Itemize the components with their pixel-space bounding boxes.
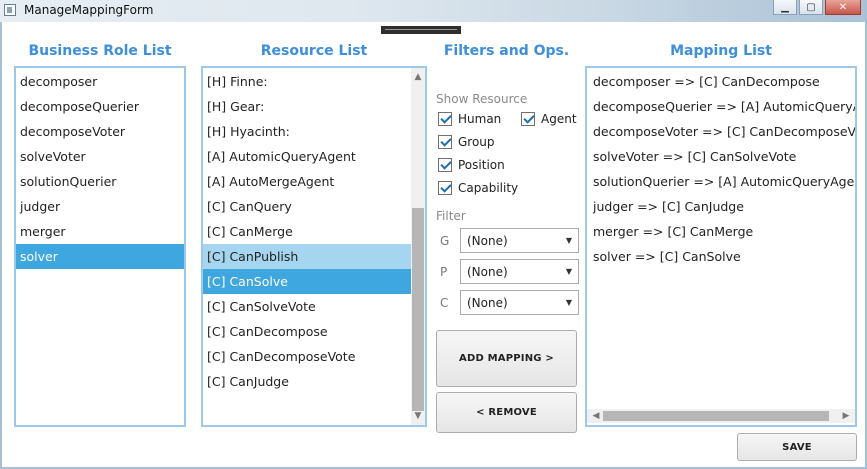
business-role-list[interactable]: decomposer decomposeQuerier decomposeVoter…: [14, 66, 186, 427]
resource-item[interactable]: [C] CanPublish: [203, 244, 411, 269]
capability-checkbox-label: Capability: [458, 181, 519, 195]
save-button[interactable]: SAVE: [737, 433, 857, 461]
resource-item[interactable]: [C] CanDecompose: [203, 319, 411, 344]
capability-checkbox[interactable]: Capability: [438, 181, 518, 195]
mapping-list-header: Mapping List: [670, 43, 772, 59]
business-role-item[interactable]: judger: [16, 194, 184, 219]
resource-item[interactable]: [C] CanSolve: [203, 269, 411, 294]
business-role-item[interactable]: solutionQuerier: [16, 169, 184, 194]
business-role-item[interactable]: decomposeQuerier: [16, 94, 184, 119]
human-checkbox[interactable]: Human: [438, 112, 501, 126]
add-mapping-button[interactable]: ADD MAPPING >: [436, 330, 577, 387]
resource-vertical-scrollbar[interactable]: ▲ ▼: [411, 68, 425, 425]
resource-list-header: Resource List: [260, 43, 368, 59]
filter-g-dropdown[interactable]: (None) ▼: [460, 228, 579, 253]
business-role-item[interactable]: solver: [16, 244, 184, 269]
minimize-icon[interactable]: ▁: [773, 0, 797, 15]
business-role-header: Business Role List: [28, 43, 172, 59]
filter-p-label: P: [440, 264, 448, 279]
filter-p-row: P (None) ▼: [436, 259, 579, 284]
mapping-item[interactable]: solutionQuerier => [A] AutomicQueryAgent: [589, 169, 855, 194]
business-role-item[interactable]: solveVoter: [16, 144, 184, 169]
maximize-icon[interactable]: ▢: [799, 0, 823, 15]
filter-p-value: (None): [467, 264, 508, 279]
mapping-item[interactable]: judger => [C] CanJudge: [589, 194, 855, 219]
resource-item[interactable]: [C] CanJudge: [203, 369, 411, 394]
filter-g-label: G: [440, 233, 450, 248]
resource-list[interactable]: [H] Finne: [H] Gear: [H] Hyacinth: [A] Auto…: [201, 66, 427, 427]
window-controls: ▁ ▢ ✕: [773, 0, 861, 15]
mapping-list[interactable]: decomposer => [C] CanDecompose decomposeQ…: [585, 66, 857, 427]
agent-checkbox[interactable]: Agent: [521, 112, 577, 126]
scroll-thumb[interactable]: [412, 208, 424, 411]
chevron-down-icon: ▼: [565, 298, 572, 307]
filter-c-row: C (None) ▼: [436, 290, 579, 315]
mapping-item[interactable]: merger => [C] CanMerge: [589, 219, 855, 244]
check-icon: [438, 158, 452, 172]
mapping-horizontal-scrollbar[interactable]: ◀ ▶: [587, 409, 855, 423]
group-checkbox-label: Group: [458, 135, 495, 149]
human-checkbox-label: Human: [458, 112, 502, 126]
title-bar: ManageMappingForm ▁ ▢ ✕: [0, 0, 867, 22]
business-role-item[interactable]: decomposer: [16, 69, 184, 94]
mapping-item[interactable]: decomposer => [C] CanDecompose: [589, 69, 855, 94]
scroll-left-icon[interactable]: ◀: [589, 409, 603, 423]
filter-g-row: G (None) ▼: [436, 228, 579, 253]
filters-header: Filters and Ops.: [443, 43, 570, 59]
business-role-item[interactable]: decomposeVoter: [16, 119, 184, 144]
filter-c-dropdown[interactable]: (None) ▼: [460, 290, 579, 315]
resource-item[interactable]: [H] Finne:: [203, 69, 411, 94]
resource-item[interactable]: [C] CanSolveVote: [203, 294, 411, 319]
check-icon: [438, 112, 452, 126]
mapping-item[interactable]: solver => [C] CanSolve: [589, 244, 855, 269]
business-role-item[interactable]: merger: [16, 219, 184, 244]
chevron-down-icon: ▼: [565, 236, 572, 245]
chevron-down-icon: ▼: [565, 267, 572, 276]
scroll-up-icon[interactable]: ▲: [411, 70, 425, 84]
mapping-item[interactable]: decomposeVoter => [C] CanDecomposeVote: [589, 119, 855, 144]
position-checkbox-label: Position: [458, 158, 505, 172]
resource-item[interactable]: [A] AutoMergeAgent: [203, 169, 411, 194]
app-icon: [4, 4, 16, 16]
mapping-item[interactable]: solveVoter => [C] CanSolveVote: [589, 144, 855, 169]
window-title: ManageMappingForm: [24, 3, 154, 17]
drag-grip[interactable]: [381, 26, 461, 34]
remove-button[interactable]: < REMOVE: [436, 392, 577, 433]
resource-item[interactable]: [C] CanMerge: [203, 219, 411, 244]
check-icon: [438, 181, 452, 195]
scroll-right-icon[interactable]: ▶: [839, 409, 853, 423]
resource-item[interactable]: [H] Gear:: [203, 94, 411, 119]
position-checkbox[interactable]: Position: [438, 158, 505, 172]
filter-c-label: C: [440, 295, 449, 310]
group-checkbox[interactable]: Group: [438, 135, 495, 149]
close-icon[interactable]: ✕: [825, 0, 861, 15]
scroll-thumb[interactable]: [603, 411, 829, 421]
check-icon: [521, 112, 535, 126]
resource-item[interactable]: [A] AutomicQueryAgent: [203, 144, 411, 169]
agent-checkbox-label: Agent: [541, 112, 577, 126]
filter-label: Filter: [436, 209, 466, 223]
resource-item[interactable]: [H] Hyacinth:: [203, 119, 411, 144]
scroll-down-icon[interactable]: ▼: [411, 409, 425, 423]
check-icon: [438, 135, 452, 149]
filter-g-value: (None): [467, 233, 508, 248]
mapping-item[interactable]: decomposeQuerier => [A] AutomicQueryAgen…: [589, 94, 855, 119]
show-resource-label: Show Resource: [436, 92, 528, 106]
filter-p-dropdown[interactable]: (None) ▼: [460, 259, 579, 284]
resource-item[interactable]: [C] CanDecomposeVote: [203, 344, 411, 369]
resource-item[interactable]: [C] CanQuery: [203, 194, 411, 219]
filter-c-value: (None): [467, 295, 508, 310]
